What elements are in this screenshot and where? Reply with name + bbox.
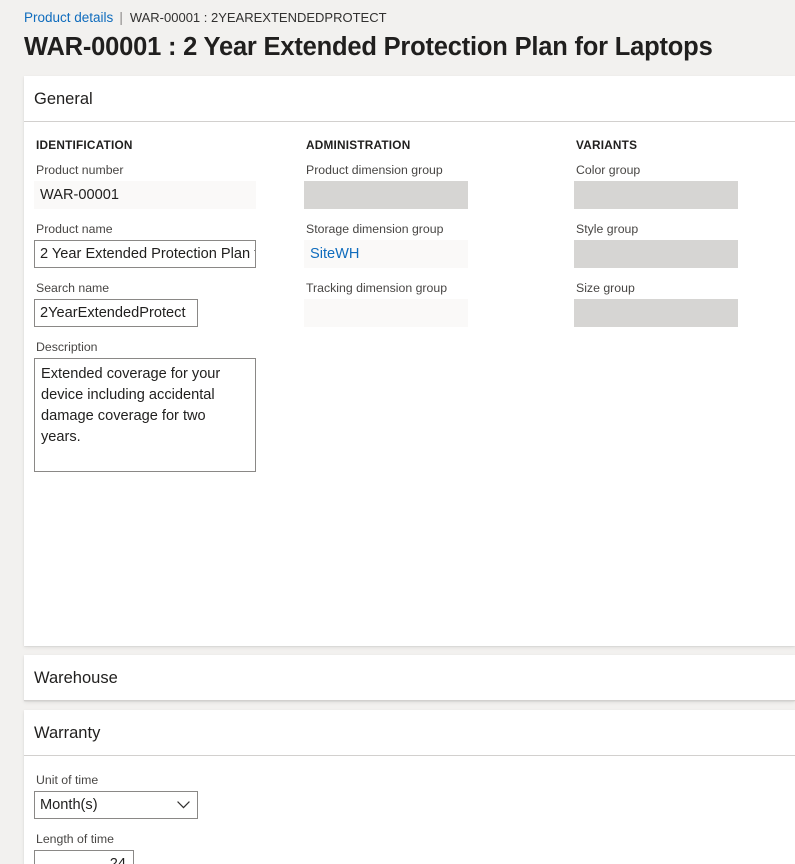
panel-header-warranty[interactable]: Warranty (24, 710, 795, 756)
input-color-group (574, 181, 738, 209)
field-storage-dimension-group: Storage dimension group SiteWH (304, 221, 574, 268)
input-storage-dimension-group[interactable]: SiteWH (304, 240, 468, 268)
input-search-name[interactable]: 2YearExtendedProtect (34, 299, 198, 327)
field-length-of-time: Length of time 24 (34, 831, 785, 864)
input-size-group (574, 299, 738, 327)
group-identification: IDENTIFICATION Product number WAR-00001 … (34, 138, 304, 484)
breadcrumb-current-item: WAR-00001 : 2YEAREXTENDEDPROTECT (129, 10, 387, 25)
breadcrumb-separator: | (119, 10, 123, 25)
field-description: Description Extended coverage for your d… (34, 339, 304, 472)
input-unit-of-time[interactable]: Month(s) (34, 791, 198, 819)
field-color-group: Color group (574, 162, 794, 209)
label-search-name: Search name (36, 281, 110, 295)
input-tracking-dimension-group[interactable] (304, 299, 468, 327)
panel-warehouse: Warehouse (24, 655, 795, 701)
breadcrumb: Product details | WAR-00001 : 2YEAREXTENDE… (24, 9, 795, 27)
label-length-of-time: Length of time (36, 832, 114, 846)
field-unit-of-time: Unit of time Month(s) (34, 772, 785, 819)
label-tracking-dimension-group: Tracking dimension group (306, 281, 448, 295)
field-style-group: Style group (574, 221, 794, 268)
product-details-page: Product details | WAR-00001 : 2YEAREXTENDE… (0, 0, 795, 864)
label-product-name: Product name (36, 222, 113, 236)
input-style-group (574, 240, 738, 268)
panel-title-warranty: Warranty (34, 723, 101, 742)
input-product-number[interactable]: WAR-00001 (34, 181, 256, 209)
field-tracking-dimension-group: Tracking dimension group (304, 280, 574, 327)
page-header: Product details | WAR-00001 : 2YEAREXTENDE… (0, 0, 795, 64)
general-panel-spacer (34, 484, 785, 634)
group-heading-variants: VARIANTS (576, 138, 638, 152)
label-color-group: Color group (576, 163, 641, 177)
field-product-dimension-group: Product dimension group (304, 162, 574, 209)
field-product-name: Product name 2 Year Extended Protection … (34, 221, 304, 268)
page-title: WAR-00001 : 2 Year Extended Protection P… (24, 33, 713, 61)
group-variants: VARIANTS Color group Style group Size gr… (574, 138, 794, 339)
field-size-group: Size group (574, 280, 794, 327)
panel-title-warehouse: Warehouse (34, 668, 118, 687)
panel-stack: General IDENTIFICATION Product number WA… (0, 76, 795, 864)
breadcrumb-link-product-details[interactable]: Product details (24, 10, 113, 25)
dropdown-unit-of-time[interactable]: Month(s) (34, 791, 198, 819)
label-product-dimension-group: Product dimension group (306, 163, 443, 177)
group-heading-identification: IDENTIFICATION (36, 138, 133, 152)
input-length-of-time[interactable]: 24 (34, 850, 134, 864)
panel-body-warranty: Unit of time Month(s) Length of time 24 (24, 756, 795, 864)
input-product-name[interactable]: 2 Year Extended Protection Plan for Lapt… (34, 240, 256, 268)
panel-header-warehouse[interactable]: Warehouse (24, 655, 795, 701)
label-unit-of-time: Unit of time (36, 773, 99, 787)
panel-warranty: Warranty Unit of time Month(s) Length of… (24, 710, 795, 864)
input-description[interactable]: Extended coverage for your device includ… (34, 358, 256, 472)
group-heading-administration: ADMINISTRATION (306, 138, 411, 152)
label-product-number: Product number (36, 163, 124, 177)
panel-body-general: IDENTIFICATION Product number WAR-00001 … (24, 122, 795, 646)
label-style-group: Style group (576, 222, 639, 236)
panel-title-general: General (34, 89, 93, 108)
label-description: Description (36, 340, 98, 354)
input-product-dimension-group (304, 181, 468, 209)
panel-header-general[interactable]: General (24, 76, 795, 122)
label-storage-dimension-group: Storage dimension group (306, 222, 444, 236)
field-product-number: Product number WAR-00001 (34, 162, 304, 209)
general-columns: IDENTIFICATION Product number WAR-00001 … (34, 138, 785, 484)
group-administration: ADMINISTRATION Product dimension group S… (304, 138, 574, 339)
field-search-name: Search name 2YearExtendedProtect (34, 280, 304, 327)
panel-general: General IDENTIFICATION Product number WA… (24, 76, 795, 646)
label-size-group: Size group (576, 281, 635, 295)
